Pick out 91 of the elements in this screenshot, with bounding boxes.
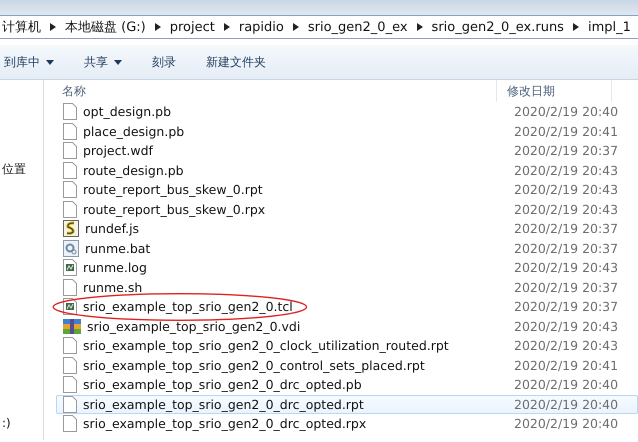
chevron-icon[interactable] — [292, 23, 299, 31]
modified-date: 2020/2/19 20:37 — [513, 143, 618, 158]
file-row[interactable]: srio_example_top_srio_gen2_0_drc_opted.pb 2020/2/19 20:40 — [56, 375, 638, 394]
file-row[interactable]: runme.log 2020/2/19 20:43 — [56, 258, 638, 278]
document-icon — [63, 162, 77, 179]
log-file-icon — [63, 259, 77, 276]
toolbar-button[interactable]: 新建文件夹 — [202, 54, 270, 70]
file-name: route_design.pb — [83, 162, 184, 178]
file-name: srio_example_top_srio_gen2_0_clock_utilization_routed.rpt — [83, 338, 449, 354]
toolbar-button[interactable]: 共享 — [80, 54, 126, 70]
file-row[interactable]: srio_example_top_srio_gen2_0.vdi 2020/2/19 20:43 — [56, 316, 638, 336]
modified-date: 2020/2/19 20:43 — [513, 182, 618, 198]
document-icon — [63, 142, 77, 160]
modified-date: 2020/2/19 20:43 — [513, 318, 618, 334]
modified-date: 2020/2/19 20:37 — [513, 280, 618, 295]
file-name: srio_example_top_srio_gen2_0_drc_opted.pb — [83, 377, 362, 392]
file-name: opt_design.pb — [83, 104, 172, 120]
file-row[interactable]: route_report_bus_skew_0.rpx 2020/2/19 20:43 — [56, 200, 638, 219]
breadcrumb-item[interactable]: impl_1 — [588, 20, 631, 34]
file-row[interactable]: srio_example_top_srio_gen2_0_clock_utilization_routed.rpt 2020/2/19 20:43 — [56, 336, 638, 356]
breadcrumb-item[interactable]: rapidio — [238, 20, 284, 34]
breadcrumb-item[interactable]: srio_gen2_0_ex.runs — [432, 20, 564, 34]
document-icon — [63, 376, 77, 394]
column-header[interactable]: 名称 — [44, 80, 496, 102]
nav-item[interactable]: :) — [2, 416, 43, 430]
file-name: rundef.js — [85, 221, 140, 236]
file-row[interactable]: srio_example_top_srio_gen2_0_drc_opted.rpx 2020/2/19 20:40 — [56, 414, 638, 434]
nav-item[interactable]: 位置 — [2, 161, 43, 178]
file-name: runme.bat — [85, 240, 150, 256]
modified-date: 2020/2/19 20:43 — [513, 162, 618, 178]
toolbar-button[interactable]: 到库中 — [0, 54, 58, 70]
file-name: runme.log — [83, 260, 147, 276]
modified-date: 2020/2/19 20:40 — [513, 416, 618, 432]
file-row[interactable]: route_report_bus_skew_0.rpt 2020/2/19 20:43 — [56, 180, 638, 200]
file-row[interactable]: place_design.pb 2020/2/19 20:41 — [56, 122, 638, 141]
chevron-icon[interactable] — [572, 23, 579, 31]
file-name: srio_example_top_srio_gen2_0_drc_opted.rpx — [83, 416, 366, 432]
file-name: srio_example_top_srio_gen2_0.tcl — [83, 299, 293, 314]
document-icon — [63, 122, 77, 140]
document-icon — [63, 337, 77, 354]
modified-date: 2020/2/19 20:41 — [513, 358, 618, 373]
chevron-icon[interactable] — [154, 23, 161, 31]
modified-date: 2020/2/19 20:37 — [513, 299, 618, 314]
modified-date: 2020/2/19 20:37 — [513, 221, 618, 236]
modified-date: 2020/2/19 20:43 — [513, 338, 618, 354]
file-name: srio_example_top_srio_gen2_0_drc_opted.rpt — [83, 396, 364, 412]
chevron-icon[interactable] — [50, 23, 56, 31]
file-name: project.wdf — [83, 143, 153, 158]
document-icon — [63, 415, 77, 432]
modified-date: 2020/2/19 20:43 — [513, 260, 618, 276]
file-row[interactable]: srio_example_top_srio_gen2_0_control_sets_placed.rpt 2020/2/19 20:41 — [56, 356, 638, 375]
chevron-icon[interactable] — [224, 23, 230, 31]
document-icon — [63, 278, 77, 296]
toolbar-button[interactable]: 刻录 — [148, 54, 180, 70]
file-name: route_report_bus_skew_0.rpt — [83, 182, 263, 198]
archive-icon — [63, 318, 81, 335]
file-row[interactable]: runme.sh 2020/2/19 20:37 — [56, 278, 638, 297]
breadcrumb-item[interactable]: 计算机 — [2, 18, 41, 36]
file-row[interactable]: runme.bat 2020/2/19 20:37 — [56, 238, 638, 258]
modified-date: 2020/2/19 20:40 — [513, 396, 618, 412]
document-icon — [63, 200, 77, 218]
dropdown-caret-icon — [46, 60, 54, 64]
modified-date: 2020/2/19 20:41 — [513, 124, 618, 139]
chevron-icon[interactable] — [416, 23, 423, 31]
file-name: srio_example_top_srio_gen2_0_control_sets_placed.rpt — [83, 358, 425, 373]
modified-date: 2020/2/19 20:43 — [513, 202, 618, 217]
breadcrumb-item[interactable]: project — [170, 20, 215, 34]
file-row[interactable]: project.wdf 2020/2/19 20:37 — [56, 141, 638, 160]
file-row[interactable]: srio_example_top_srio_gen2_0.tcl 2020/2/19 20:37 — [56, 297, 638, 316]
breadcrumb-item[interactable]: srio_gen2_0_ex — [308, 20, 408, 34]
file-row[interactable]: rundef.js 2020/2/19 20:37 — [56, 219, 638, 238]
file-name: runme.sh — [83, 280, 142, 295]
gear-file-icon — [63, 240, 79, 257]
file-name: route_report_bus_skew_0.rpx — [83, 202, 266, 217]
modified-date: 2020/2/19 20:40 — [513, 377, 618, 392]
script-file-icon — [63, 220, 79, 238]
document-icon — [63, 396, 77, 413]
modified-date: 2020/2/19 20:37 — [513, 240, 618, 256]
file-row[interactable]: route_design.pb 2020/2/19 20:43 — [56, 160, 638, 180]
document-icon — [63, 181, 77, 198]
document-icon — [63, 356, 77, 374]
column-header[interactable]: 修改日期 — [496, 80, 612, 102]
document-icon — [63, 103, 77, 120]
address-bar[interactable]: 计算机 本地磁盘 (G:) project rapidio srio_gen2_0_ex srio_gen2_0_ex.runs impl_1 — [0, 15, 638, 39]
file-row[interactable]: opt_design.pb 2020/2/19 20:40 — [56, 102, 638, 122]
modified-date: 2020/2/19 20:40 — [513, 104, 618, 120]
breadcrumb-item[interactable]: 本地磁盘 (G:) — [65, 18, 146, 36]
file-name: srio_example_top_srio_gen2_0.vdi — [87, 318, 300, 334]
file-row[interactable]: srio_example_top_srio_gen2_0_drc_opted.rpt 2020/2/19 20:40 — [56, 394, 638, 414]
file-name: place_design.pb — [83, 124, 184, 139]
dropdown-caret-icon — [114, 60, 122, 64]
